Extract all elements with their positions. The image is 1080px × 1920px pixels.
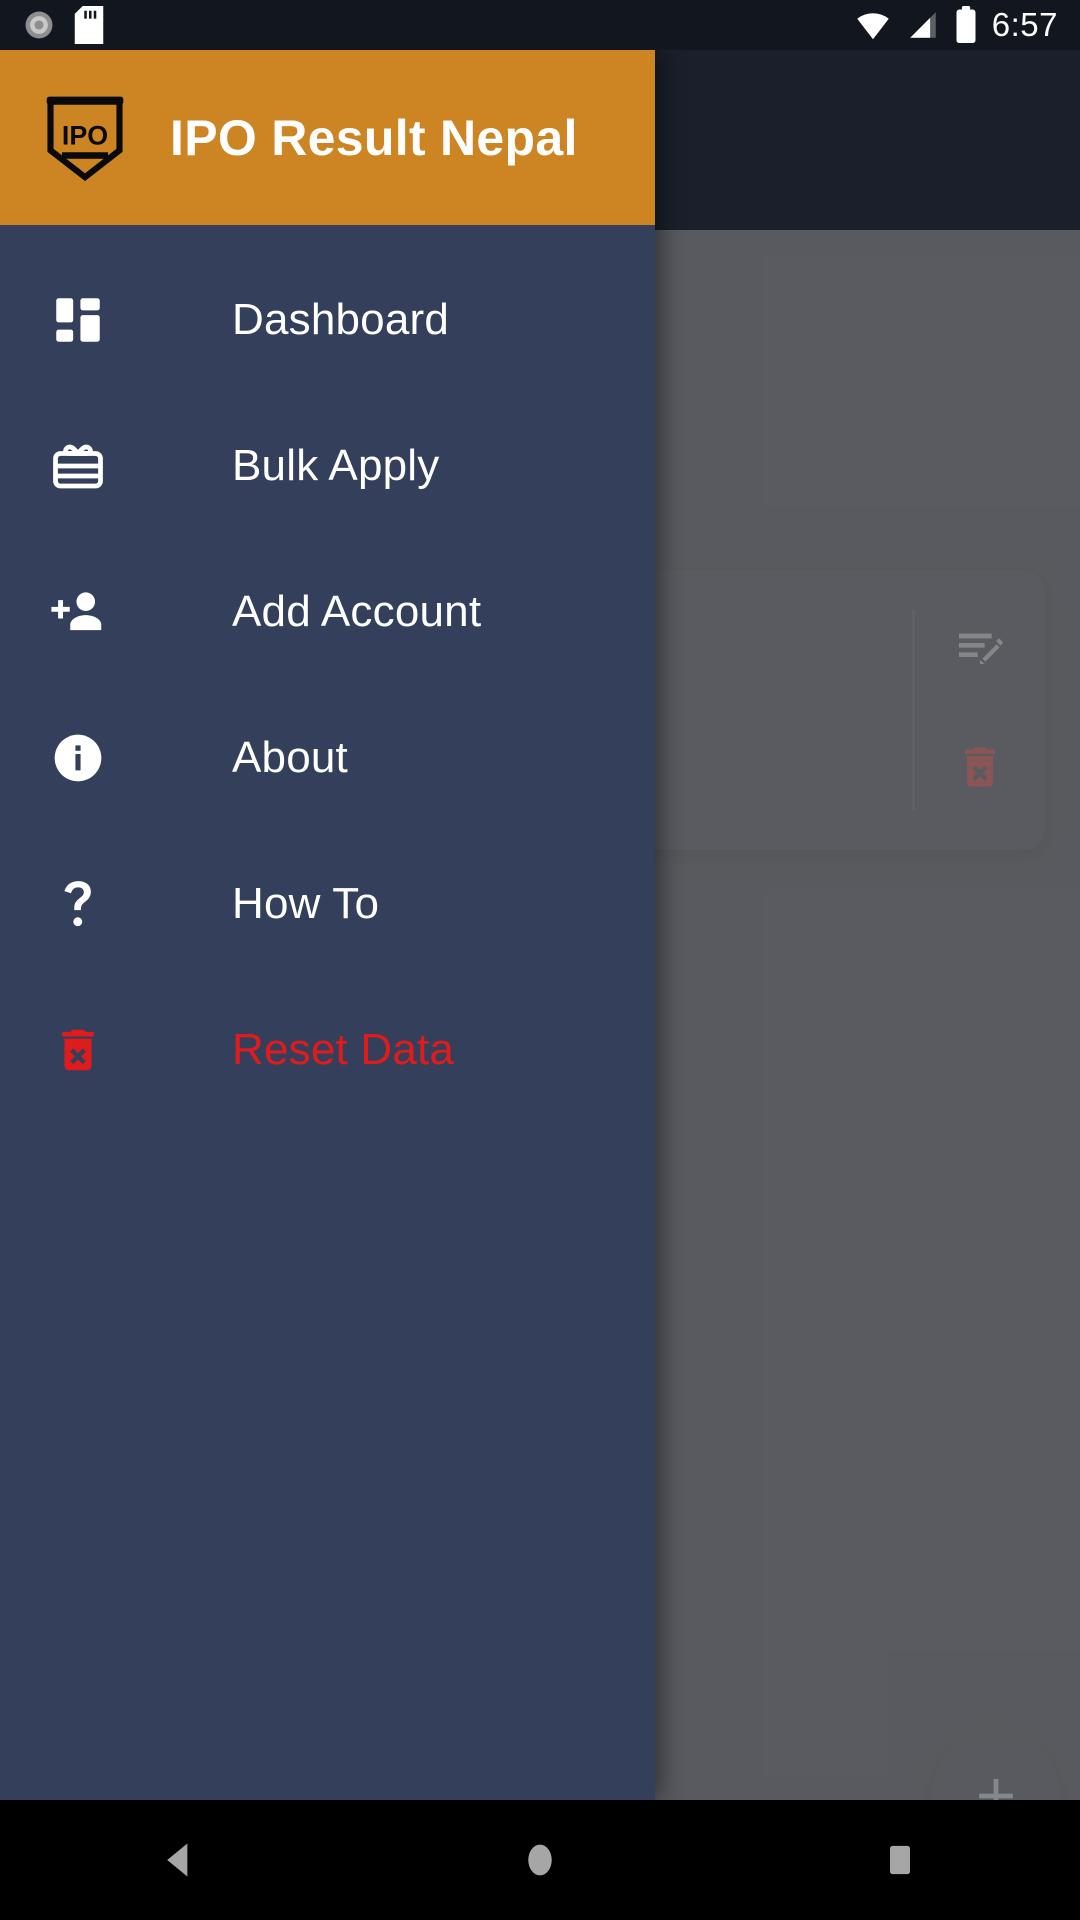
drawer-item-add-account[interactable]: Add Account	[0, 539, 655, 685]
info-circle-icon	[42, 730, 114, 786]
wifi-icon	[857, 13, 889, 40]
status-bar-clock: 6:57	[991, 6, 1058, 43]
drawer-item-about[interactable]: About	[0, 685, 655, 831]
drawer-label-about: About	[232, 733, 348, 782]
svg-text:IPO: IPO	[62, 121, 108, 151]
drawer-label-add-account: Add Account	[232, 587, 482, 636]
status-bar-right-icons: 6:57	[854, 6, 1058, 44]
gift-card-icon	[42, 436, 114, 496]
drawer-menu: Dashboard Bulk Apply Add Account About H…	[0, 225, 655, 1123]
system-recents-button[interactable]	[825, 1800, 975, 1920]
question-mark-icon	[42, 875, 114, 933]
drawer-item-dashboard[interactable]: Dashboard	[0, 247, 655, 393]
drawer-label-dashboard: Dashboard	[232, 295, 450, 344]
sync-icon	[25, 11, 53, 39]
battery-icon	[956, 6, 976, 44]
system-back-button[interactable]	[105, 1800, 255, 1920]
home-circle-icon	[528, 1844, 552, 1876]
drawer-header: IPO IPO Result Nepal	[0, 50, 655, 225]
drawer-label-reset-data: Reset Data	[232, 1025, 455, 1074]
status-bar: 6:57	[0, 0, 1080, 50]
navigation-drawer: IPO IPO Result Nepal Dashboard Bulk Appl…	[0, 50, 655, 1800]
phone-screen: THA 51 K LTD.	[0, 0, 1080, 1920]
dashboard-grid-icon	[42, 291, 114, 349]
system-home-button[interactable]	[465, 1800, 615, 1920]
drawer-item-reset-data[interactable]: Reset Data	[0, 977, 655, 1123]
drawer-item-bulk-apply[interactable]: Bulk Apply	[0, 393, 655, 539]
drawer-item-how-to[interactable]: How To	[0, 831, 655, 977]
system-navigation-bar	[0, 1800, 1080, 1920]
ipo-shield-logo: IPO	[42, 89, 128, 186]
cellular-signal-icon	[910, 12, 936, 38]
recents-square-icon	[890, 1845, 910, 1875]
sd-card-icon	[74, 6, 104, 44]
drawer-label-bulk-apply: Bulk Apply	[232, 441, 440, 490]
drawer-title: IPO Result Nepal	[170, 109, 578, 166]
status-bar-left-icons	[22, 6, 104, 44]
back-triangle-icon	[167, 1843, 188, 1877]
drawer-label-how-to: How To	[232, 879, 380, 928]
person-add-icon	[42, 581, 114, 643]
delete-forever-icon	[42, 1023, 114, 1077]
